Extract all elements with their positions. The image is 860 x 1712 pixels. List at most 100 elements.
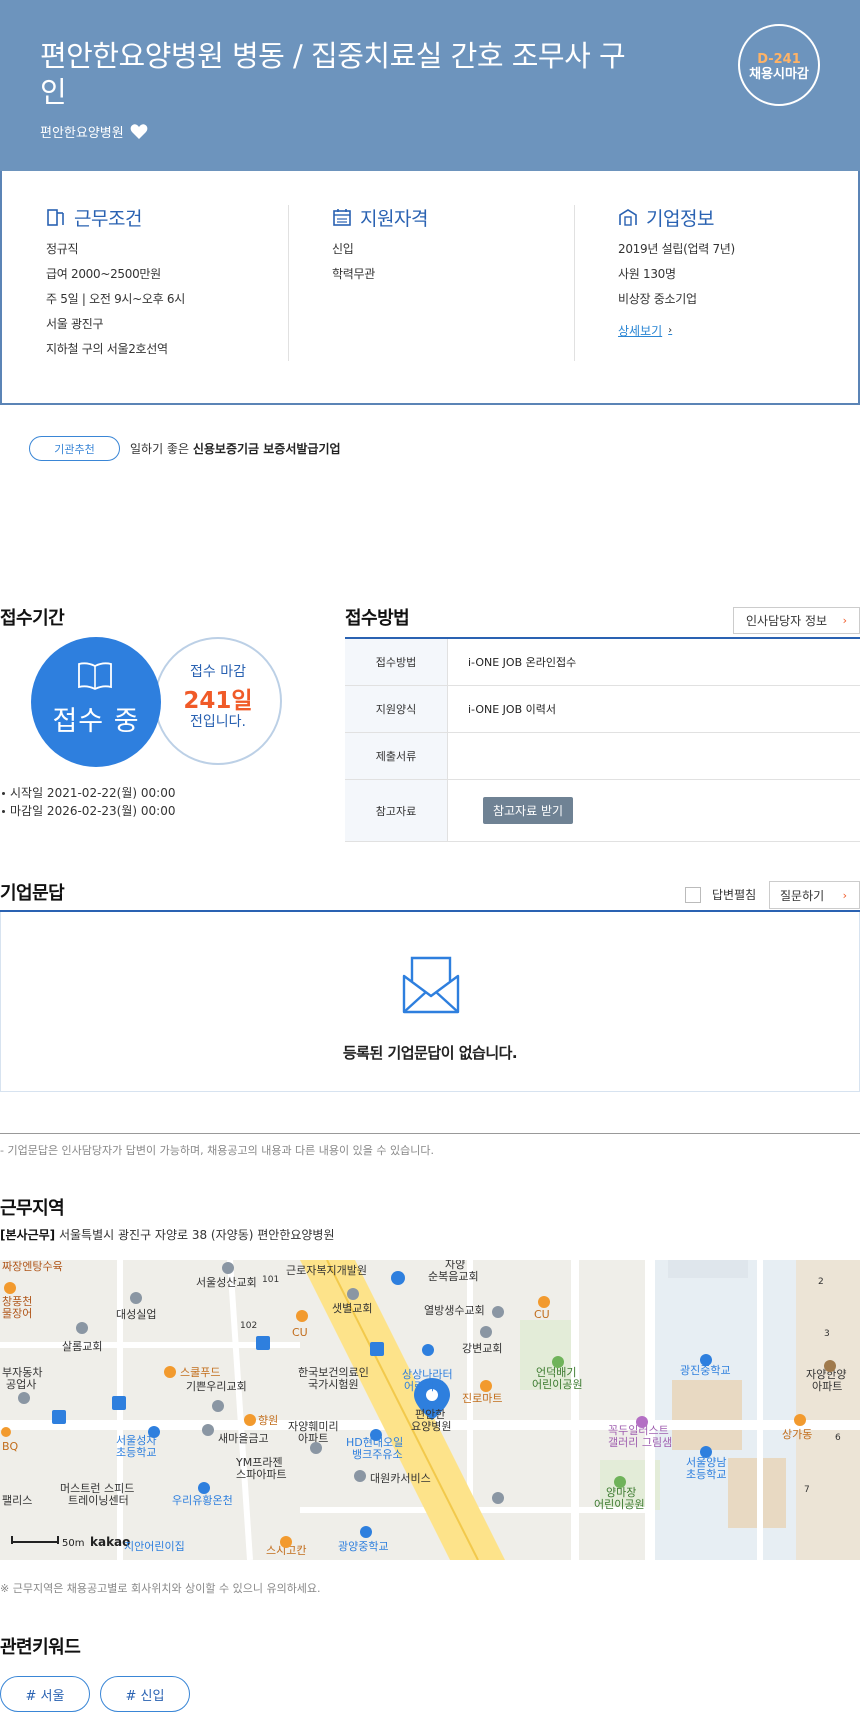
map-label: 새마을금고: [218, 1432, 269, 1445]
qualification-education: 학력무관: [332, 267, 375, 281]
map-label: 6: [835, 1433, 841, 1443]
map-label: 3: [824, 1329, 830, 1339]
company-type: 비상장 중소기업: [618, 292, 697, 306]
hr-info-button[interactable]: 인사담당자 정보 ›: [733, 607, 860, 634]
map-label: 상가동: [782, 1428, 812, 1441]
building-icon: [47, 209, 64, 226]
company-detail-link[interactable]: 상세보기 ›: [618, 322, 672, 339]
map-label: 갤러리 그림샘: [608, 1436, 672, 1449]
method-table: 접수방법 i-ONE JOB 온라인접수 지원양식 i-ONE JOB 이력서 …: [345, 637, 860, 842]
status-circle: 접수 중: [31, 637, 161, 767]
map-label: 순복음교회: [428, 1270, 479, 1283]
ask-question-label: 질문하기: [780, 888, 825, 903]
location-map[interactable]: 50m kakao 짜장엔탕수육 서울성산교회 근로자복지개발원 자양 순복음교…: [0, 1260, 860, 1560]
company-employees: 사원 130명: [618, 267, 676, 281]
region-title: 근무지역: [0, 1198, 65, 1219]
chevron-right-icon: ›: [842, 888, 847, 902]
map-canvas: 50m kakao 짜장엔탕수육 서울성산교회 근로자복지개발원 자양 순복음교…: [0, 1260, 860, 1560]
chevron-right-icon: ›: [668, 325, 673, 336]
company-name[interactable]: 편안한요양병원: [40, 122, 124, 141]
map-label: 7: [804, 1485, 810, 1495]
period-dates: 시작일 2021-02-22(월) 00:00 마감일 2026-02-23(월…: [1, 784, 175, 820]
company-info-column: 기업정보 2019년 설립(업력 7년) 사원 130명 비상장 중소기업 상세…: [618, 205, 848, 361]
chevron-right-icon: ›: [842, 614, 847, 627]
end-date: 마감일 2026-02-23(월) 00:00: [1, 802, 175, 820]
map-label: 광양중학교: [338, 1540, 389, 1553]
heart-icon[interactable]: [130, 123, 148, 140]
map-label: 대원카서비스: [370, 1472, 431, 1485]
address-tag: [본사근무]: [0, 1228, 56, 1242]
calendar-icon: [333, 209, 351, 226]
keyword-tag[interactable]: # 서울: [0, 1676, 90, 1712]
map-label: 초등학교: [686, 1468, 726, 1481]
status-text: 접수 중: [52, 706, 140, 737]
dday-label: 채용시마감: [749, 67, 809, 82]
map-label: 어린이집: [404, 1380, 444, 1393]
row-value: 참고자료 받기: [448, 780, 860, 841]
map-note: ※ 근무지역은 채용공고별로 회사위치와 상이할 수 있으니 유의하세요.: [0, 1582, 321, 1595]
start-date: 시작일 2021-02-22(월) 00:00: [1, 784, 175, 802]
map-label: 요양병원: [411, 1420, 451, 1433]
row-key: 참고자료: [345, 780, 448, 841]
address-text: 서울특별시 광진구 자양로 38 (자양동) 편안한요양병원: [58, 1228, 335, 1242]
recommend-text: 일하기 좋은 신용보증기금 보증서발급기업: [130, 440, 341, 457]
method-title: 접수방법: [345, 608, 410, 629]
map-label: 초등학교: [116, 1446, 156, 1459]
map-label: 어린이공원: [594, 1498, 645, 1511]
map-label: CU: [292, 1326, 308, 1339]
conditions-column: 근무조건 정규직 급여 2000~2500만원 주 5일 | 오전 9시~오후 …: [46, 205, 286, 361]
recommend-tag[interactable]: 기관추천: [29, 436, 120, 461]
address-line: [본사근무] 서울특별시 광진구 자양로 38 (자양동) 편안한요양병원: [0, 1226, 335, 1243]
map-label: BQ: [2, 1440, 19, 1453]
column-divider: [574, 205, 575, 361]
qualification-title: 지원자격: [360, 207, 428, 230]
map-label: 대성실업: [116, 1308, 156, 1321]
map-label: 팰리스: [2, 1494, 32, 1507]
map-label: 서울성산교회: [196, 1276, 257, 1289]
summary-card: 근무조건 정규직 급여 2000~2500만원 주 5일 | 오전 9시~오후 …: [0, 171, 860, 405]
map-label: 지안어린이집: [124, 1540, 185, 1553]
job-header: 편안한요양병원 병동 / 집중치료실 간호 조무사 구인 편안한요양병원 D-2…: [0, 0, 860, 171]
map-label: 물장어: [2, 1307, 32, 1320]
book-icon: [78, 662, 112, 691]
map-label: 2: [818, 1277, 824, 1287]
ask-question-button[interactable]: 질문하기 ›: [769, 881, 860, 909]
expand-answers-checkbox[interactable]: [685, 887, 701, 903]
map-label: 스쿨푸드: [180, 1366, 220, 1379]
row-value: i-ONE JOB 이력서: [468, 703, 556, 716]
remaining-suffix: 전입니다.: [190, 714, 246, 730]
reference-download-button[interactable]: 참고자료 받기: [483, 797, 573, 824]
table-row: 접수방법 i-ONE JOB 온라인접수: [345, 639, 860, 686]
map-scale: 50m: [62, 1538, 84, 1549]
condition-salary: 급여 2000~2500만원: [46, 267, 161, 281]
map-label: 샛별교회: [332, 1302, 372, 1315]
column-divider: [288, 205, 289, 361]
map-label: 국가시험원: [308, 1378, 359, 1391]
map-label: 어린이공원: [532, 1378, 583, 1391]
expand-answers-label[interactable]: 답변펼침: [712, 887, 756, 903]
table-row: 참고자료 참고자료 받기: [345, 780, 860, 842]
map-label: 창풍천: [2, 1294, 32, 1308]
condition-type: 정규직: [46, 242, 79, 256]
map-label: CU: [534, 1308, 550, 1321]
map-label: 살롬교회: [62, 1340, 102, 1353]
map-label: 열방생수교회: [424, 1304, 485, 1317]
company-info-title: 기업정보: [646, 207, 714, 230]
condition-subway: 지하철 구의 서울2호선역: [46, 342, 168, 356]
row-value: i-ONE JOB 온라인접수: [468, 656, 577, 669]
row-key: 제출서류: [345, 733, 448, 779]
map-label: 아파트: [812, 1380, 842, 1393]
qa-box: 등록된 기업문답이 없습니다.: [0, 912, 860, 1092]
table-row: 제출서류: [345, 733, 860, 780]
keyword-tag[interactable]: # 신입: [100, 1676, 190, 1712]
recommend-highlight: 신용보증기금 보증서발급기업: [192, 442, 341, 456]
map-label: 스파아파트: [236, 1468, 287, 1481]
period-title: 접수기간: [0, 608, 65, 629]
recommend-prefix: 일하기 좋은: [130, 442, 190, 456]
qualification-column: 지원자격 신입 학력무관: [332, 205, 572, 361]
map-label: 진로마트: [462, 1392, 502, 1405]
map-label: 우리유황온천: [172, 1493, 233, 1507]
remaining-days: 241일: [183, 688, 253, 714]
envelope-icon: [402, 956, 460, 1014]
map-label: 102: [240, 1321, 257, 1331]
